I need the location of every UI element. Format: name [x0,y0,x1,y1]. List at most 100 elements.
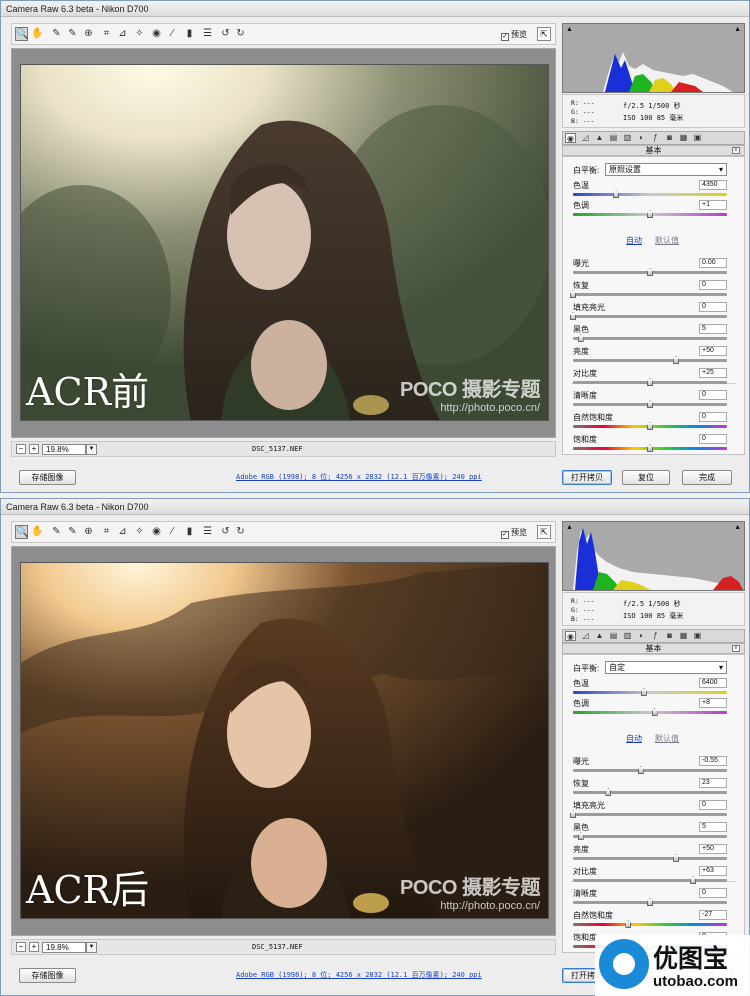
red-eye-icon[interactable]: ◉ [150,27,163,41]
slider-thumb[interactable] [570,810,576,818]
slider-value-field[interactable]: 0 [699,390,727,400]
slider-track[interactable] [573,879,727,882]
slider-value-field[interactable]: 0.00 [699,258,727,268]
image-canvas[interactable]: ACR后 POCO 摄影专题 http://photo.poco.cn/ [11,546,556,936]
white-balance-tool-icon[interactable]: ✎ [50,525,63,539]
slider-thumb[interactable] [673,854,680,862]
rotate-right-icon[interactable]: ↻ [234,525,247,539]
slider-thumb[interactable] [673,356,680,364]
presets-tab-icon[interactable]: ▦ [678,631,689,641]
basic-tab-icon[interactable]: ◉ [565,631,576,641]
slider-thumb[interactable] [625,920,632,928]
zoom-tool-icon[interactable]: 🔍 [15,525,28,539]
slider-thumb[interactable] [651,708,658,716]
rotate-right-icon[interactable]: ↻ [234,27,247,41]
split-toning-tab-icon[interactable]: ▥ [622,631,633,641]
hand-tool-icon[interactable]: ✋ [31,27,44,41]
graduated-filter-icon[interactable]: ▮ [183,27,196,41]
slider-track[interactable] [573,359,727,362]
slider-thumb[interactable] [577,334,584,342]
auto-link[interactable]: 自动 [626,235,642,246]
slider-thumb[interactable] [647,898,653,906]
slider-track[interactable] [573,293,727,296]
lens-tab-icon[interactable]: ◐ [636,133,647,143]
slider-value-field[interactable]: 0 [699,302,727,312]
slider-thumb[interactable] [647,444,653,452]
slider-value-field[interactable]: 0 [699,888,727,898]
image-canvas[interactable]: ACR前 POCO 摄影专题 http://photo.poco.cn/ [11,48,556,438]
slider-value-field[interactable]: 6400 [699,678,727,688]
zoom-in-button[interactable]: + [29,942,39,952]
zoom-in-button[interactable]: + [29,444,39,454]
white-balance-tool-icon[interactable]: ✎ [50,27,63,41]
effects-tab-icon[interactable]: ƒ [650,631,661,641]
white-balance-select[interactable]: 自定 [605,661,727,674]
adjustment-brush-icon[interactable]: ⁄ [166,27,179,41]
slider-track[interactable] [573,691,727,694]
slider-track[interactable] [573,193,727,196]
slider-thumb[interactable] [647,378,653,386]
fullscreen-icon[interactable]: ⇱ [537,27,551,41]
slider-thumb[interactable] [637,766,644,774]
zoom-level-field[interactable]: 19.8% [42,942,86,953]
slider-thumb[interactable] [647,422,653,430]
slider-value-field[interactable]: +25 [699,368,727,378]
preferences-icon[interactable]: ☰ [201,27,214,41]
slider-value-field[interactable]: 5 [699,324,727,334]
slider-value-field[interactable]: +63 [699,866,727,876]
color-sampler-icon[interactable]: ✎ [66,525,79,539]
slider-track[interactable] [573,791,727,794]
slider-value-field[interactable]: 0 [699,434,727,444]
slider-thumb[interactable] [605,788,612,796]
slider-value-field[interactable]: +50 [699,844,727,854]
slider-track[interactable] [573,835,727,838]
detail-tab-icon[interactable]: ▲ [594,133,605,143]
slider-track[interactable] [573,337,727,340]
slider-track[interactable] [573,813,727,816]
red-eye-icon[interactable]: ◉ [150,525,163,539]
straighten-tool-icon[interactable]: ⊿ [116,27,129,41]
zoom-dropdown[interactable]: ▼ [86,942,97,953]
spot-removal-icon[interactable]: ✧ [133,525,146,539]
targeted-adjust-icon[interactable]: ⊕ [82,525,95,539]
camera-calibration-tab-icon[interactable]: ◙ [664,631,675,641]
slider-value-field[interactable]: 0 [699,800,727,810]
color-sampler-icon[interactable]: ✎ [66,27,79,41]
auto-link[interactable]: 自动 [626,733,642,744]
slider-thumb[interactable] [640,688,647,696]
slider-value-field[interactable]: 0 [699,412,727,422]
panel-menu-icon[interactable]: ≡ [732,147,740,154]
detail-tab-icon[interactable]: ▲ [594,631,605,641]
slider-value-field[interactable]: -0.55 [699,756,727,766]
graduated-filter-icon[interactable]: ▮ [183,525,196,539]
camera-calibration-tab-icon[interactable]: ◙ [664,133,675,143]
zoom-out-button[interactable]: − [16,942,26,952]
slider-value-field[interactable]: 4350 [699,180,727,190]
split-toning-tab-icon[interactable]: ▥ [622,133,633,143]
zoom-tool-icon[interactable]: 🔍 [15,27,28,41]
slider-value-field[interactable]: -27 [699,910,727,920]
save-image-button[interactable]: 存储图像 [19,470,76,485]
slider-value-field[interactable]: +50 [699,346,727,356]
slider-thumb[interactable] [647,268,653,276]
lens-tab-icon[interactable]: ◐ [636,631,647,641]
slider-value-field[interactable]: +8 [699,698,727,708]
crop-tool-icon[interactable]: ⌗ [100,525,113,539]
tone-curve-tab-icon[interactable]: ◿ [580,133,591,143]
snapshots-tab-icon[interactable]: ▣ [692,631,703,641]
slider-thumb[interactable] [647,210,653,218]
spot-removal-icon[interactable]: ✧ [133,27,146,41]
hsl-tab-icon[interactable]: ▤ [608,133,619,143]
done-button[interactable]: 完成 [682,470,732,485]
slider-value-field[interactable]: 5 [699,822,727,832]
slider-value-field[interactable]: +1 [699,200,727,210]
reset-button[interactable]: 复位 [622,470,670,485]
zoom-level-field[interactable]: 19.8% [42,444,86,455]
snapshots-tab-icon[interactable]: ▣ [692,133,703,143]
effects-tab-icon[interactable]: ƒ [650,133,661,143]
slider-track[interactable] [573,923,727,926]
straighten-tool-icon[interactable]: ⊿ [116,525,129,539]
slider-track[interactable] [573,711,727,714]
slider-value-field[interactable]: 0 [699,280,727,290]
workflow-options-link[interactable]: Adobe RGB (1998); 8 位; 4256 x 2832 (12.1… [236,970,482,980]
